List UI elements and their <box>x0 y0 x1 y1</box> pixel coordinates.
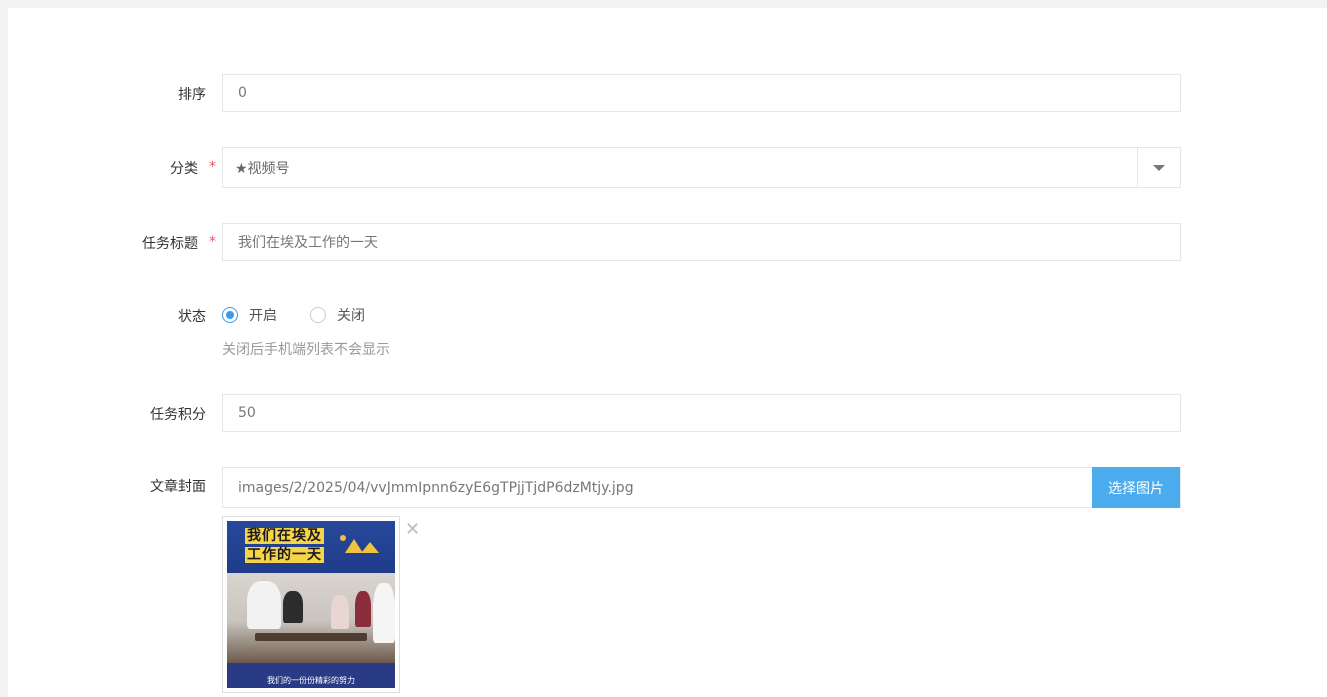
form-panel: 排序 0 分类 * ★视频号 任务标题 * 我们在埃及工作的一天 状态 开启 关… <box>8 8 1327 697</box>
status-help-text: 关闭后手机端列表不会显示 <box>222 342 390 358</box>
cover-row: 文章封面 images/2/2025/04/vvJmmIpnn6zyE6gTPj… <box>8 467 1327 508</box>
choose-image-button[interactable]: 选择图片 <box>1092 467 1180 508</box>
points-input[interactable]: 50 <box>222 394 1181 432</box>
cover-label: 文章封面 <box>150 479 206 495</box>
category-select-value: ★视频号 <box>235 160 290 177</box>
person-figure <box>247 581 281 629</box>
thumbnail-title: 我们在埃及 工作的一天 <box>245 528 324 563</box>
status-radio-group: 开启 关闭 <box>222 305 398 325</box>
table-shape <box>255 633 367 641</box>
status-option-open[interactable]: 开启 <box>222 305 277 325</box>
pyramid-icon <box>361 542 379 553</box>
category-select[interactable]: ★视频号 <box>222 147 1181 188</box>
points-label: 任务积分 <box>150 407 206 423</box>
chevron-down-icon <box>1153 164 1165 171</box>
sort-input[interactable]: 0 <box>222 74 1181 112</box>
points-row: 任务积分 50 <box>8 394 1327 432</box>
person-figure <box>331 595 349 629</box>
thumbnail-caption: 我们的一份份精彩的努力 <box>267 676 355 685</box>
person-figure <box>355 591 371 627</box>
status-row: 状态 开启 关闭 关闭后手机端列表不会显示 <box>8 303 1327 363</box>
cover-path-value: images/2/2025/04/vvJmmIpnn6zyE6gTPjjTjdP… <box>238 479 634 496</box>
cover-image: 我们在埃及 工作的一天 我们的一份份精彩的努力 <box>227 521 395 688</box>
cover-path-input[interactable]: images/2/2025/04/vvJmmIpnn6zyE6gTPjjTjdP… <box>222 467 1181 508</box>
status-option-label: 开启 <box>249 308 277 324</box>
person-figure <box>283 591 303 623</box>
radio-checked-icon[interactable] <box>222 307 238 323</box>
dropdown-toggle[interactable] <box>1137 148 1180 187</box>
category-row: 分类 * ★视频号 <box>8 147 1327 188</box>
title-label: 任务标题 <box>142 236 198 252</box>
category-label: 分类 <box>170 161 198 177</box>
sort-row: 排序 0 <box>8 74 1327 112</box>
radio-unchecked-icon[interactable] <box>310 307 326 323</box>
required-mark: * <box>209 234 216 250</box>
status-option-label: 关闭 <box>337 308 365 324</box>
sort-label: 排序 <box>178 87 206 103</box>
required-mark: * <box>209 159 216 175</box>
cover-thumbnail: 我们在埃及 工作的一天 我们的一份份精彩的努力 <box>222 516 400 693</box>
person-figure <box>373 583 395 643</box>
status-option-closed[interactable]: 关闭 <box>310 305 365 325</box>
close-icon[interactable]: ✕ <box>405 519 420 540</box>
title-row: 任务标题 * 我们在埃及工作的一天 <box>8 223 1327 261</box>
title-input[interactable]: 我们在埃及工作的一天 <box>222 223 1181 261</box>
status-label: 状态 <box>178 309 206 325</box>
